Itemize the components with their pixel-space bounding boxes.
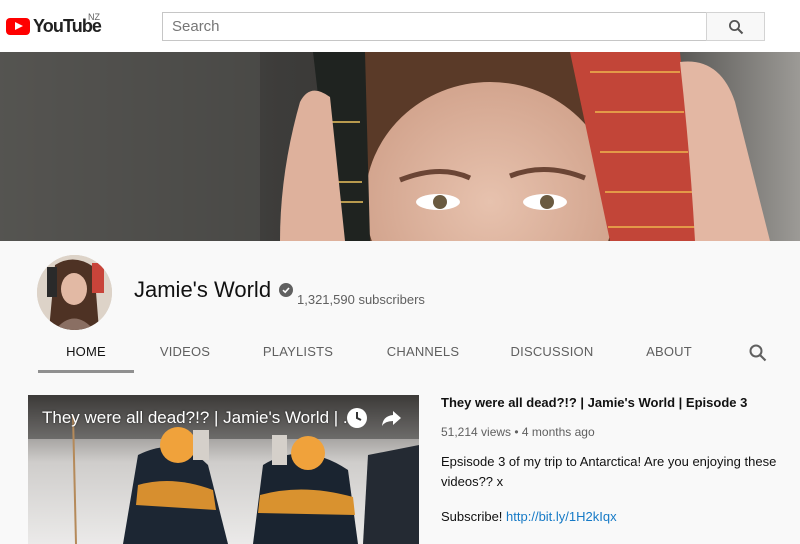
video-description: Epsisode 3 of my trip to Antarctica! Are… [441,454,777,489]
verified-icon [279,283,293,297]
tab-about[interactable]: ABOUT [642,338,696,373]
tab-playlists[interactable]: PLAYLISTS [260,338,336,373]
logo-country-code: NZ [88,12,100,22]
tab-channels[interactable]: CHANNELS [384,338,462,373]
youtube-logo[interactable]: YouTube NZ [6,12,102,38]
subscribe-link[interactable]: http://bit.ly/1H2kIqx [506,509,617,524]
clock-icon [347,408,367,428]
channel-banner [0,52,800,241]
channel-tabs: HOME VIDEOS PLAYLISTS CHANNELS DISCUSSIO… [0,338,800,373]
youtube-play-icon [6,17,30,35]
channel-name: Jamie's World [134,277,272,302]
video-title[interactable]: They were all dead?!? | Jamie's World | … [441,395,781,411]
avatar-image [37,255,112,330]
search-button[interactable] [706,12,765,41]
search-icon [728,19,743,34]
share-icon [382,411,401,426]
channel-search-button[interactable] [748,343,768,368]
tab-discussion[interactable]: DISCUSSION [508,338,596,373]
watch-later-button[interactable] [346,407,368,434]
video-meta: 51,214 views • 4 months ago [441,425,595,439]
channel-header: Jamie's World 1,321,590 subscribers HOME… [0,241,800,373]
share-button[interactable] [380,407,402,434]
video-subscribe-line: Subscribe! http://bit.ly/1H2kIqx [441,509,781,524]
subscriber-count: 1,321,590 subscribers [297,292,425,307]
avatar[interactable] [37,255,112,330]
banner-image [0,52,800,241]
tab-videos[interactable]: VIDEOS [155,338,215,373]
video-player[interactable]: They were all dead?!? | Jamie's World | … [28,395,419,544]
video-info: They were all dead?!? | Jamie's World | … [441,395,781,524]
masthead: YouTube NZ [0,0,800,52]
subscribe-prefix: Subscribe! [441,509,503,524]
search-icon [749,344,767,362]
thumbnail-title: They were all dead?!? | Jamie's World | … [42,408,358,427]
search-box [162,12,706,41]
tab-home[interactable]: HOME [38,338,134,373]
search-input[interactable] [163,13,706,40]
